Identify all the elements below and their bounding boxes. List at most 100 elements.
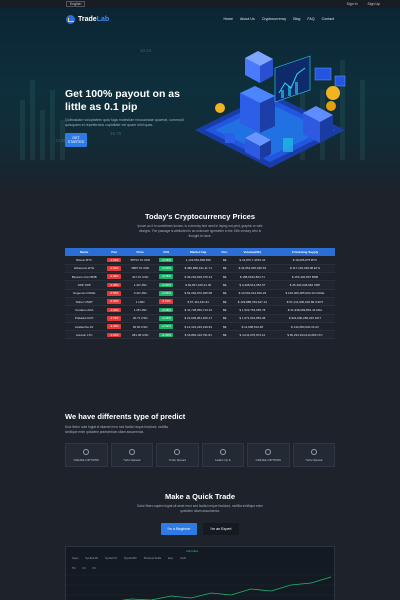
circ-cell: $$ — [219, 280, 230, 290]
chart-tab[interactable]: Symbol AP — [85, 557, 98, 560]
beginner-button[interactable]: I'm a Beginner — [161, 523, 197, 535]
market-cap-cell: $ 39,294,818,470.13 — [177, 272, 220, 282]
price-cell: 60.60 USD — [125, 322, 156, 332]
market-cap-value: $ 21,936,951,815.17 — [184, 316, 213, 321]
table-row[interactable]: Bitcoin BTC -1.63% 58754.79 USD +0.36% 1,143… — [65, 256, 335, 265]
volume-value: $ 34,654,946,646.63 — [238, 266, 267, 271]
volume-value: $ 10,504,612,810.29 — [238, 291, 267, 296]
chart-tab[interactable]: Hold — [180, 557, 185, 560]
brand-logo[interactable]: TradeLab — [66, 14, 109, 24]
market-cap-cell: 1,143,563,838,836 — [177, 256, 220, 265]
supply-cell: $ 117,120,469.08 ETH — [274, 264, 335, 274]
predict-title: We have differents type of predict — [65, 412, 186, 421]
predict-card[interactable]: Ladder Up & — [201, 443, 244, 467]
market-cap-cell: $ 57,114,191.61 — [177, 297, 220, 307]
supply-value: $ 132,080,040.16 AV — [291, 324, 319, 329]
table-row[interactable]: Tether USDT -0.02% 1 USD -0.01% $ 57,114,191… — [65, 297, 335, 307]
market-cap-value: $ 39,294,818,470.13 — [184, 274, 213, 279]
market-cap-value: $ 16,862,116,791.81 — [184, 332, 212, 337]
price-cell: 20.71 USD — [125, 314, 156, 323]
hero-title: Get 100% payout on as little as 0.1 pip — [65, 88, 180, 113]
supply-value: $ 130,400,005,004.16 DOGE — [285, 291, 325, 296]
circ-value: $$ — [222, 332, 227, 337]
language-select[interactable]: English — [66, 1, 86, 7]
supply-value: $ 117,120,469.08 ETH — [289, 266, 320, 271]
change-24h-cell: +0.48% — [155, 305, 177, 315]
coin-name-cell: Tether USDT — [65, 297, 104, 307]
change-24h-cell: +0.48% — [155, 272, 177, 282]
chart-tab[interactable]: Symbol IS — [105, 557, 117, 560]
table-row[interactable]: Cardano ADA -1.02% 1.28 USD +0.48% $ 41,728,… — [65, 305, 335, 315]
market-cap-cell: $ 60,827,109,31.36 — [177, 280, 220, 290]
change-badge: -0.01% — [159, 299, 174, 304]
circ-value: $$ — [222, 291, 227, 296]
volume-value: $ 4,011,676,974.12 — [239, 332, 266, 337]
quick-trade-section: Make a Quick Trade Dolor libero sapien f… — [0, 480, 400, 600]
volume-value: $ 34,870,7,4651.34 — [239, 257, 266, 262]
coin-name-cell: Dogecoin DOGE — [65, 289, 104, 299]
table-row[interactable]: Polkadot DOT -1.79% 20.71 USD +0.26% $ 21,93… — [65, 314, 335, 323]
price-value: 1.40 USD — [133, 283, 147, 288]
chart-axis-label: 5% — [72, 566, 76, 570]
predict-card[interactable]: Turbo Spread — [292, 443, 335, 467]
volume-value: $ 9,408,514,054.57 — [239, 283, 266, 288]
sign-in-link[interactable]: Sign In — [347, 2, 358, 6]
spread-icon — [174, 448, 181, 455]
table-row[interactable]: XRP XRP -0.48% 1.40 USD +2.94% $ 60,827,109,… — [65, 280, 335, 290]
chart-tab[interactable]: Previous Settle — [144, 557, 161, 560]
pair-change-cell: -3.38% — [103, 322, 125, 332]
table-row[interactable]: Avalanche AV -3.38% 60.60 USD +2.64% $ 12,32… — [65, 322, 335, 332]
expert-button[interactable]: I'm an Expert — [203, 523, 239, 535]
chart-tab[interactable]: Open — [72, 557, 78, 560]
trade-title: Make a Quick Trade — [164, 492, 236, 501]
table-row[interactable]: Dogecoin DOGE -0.55% 0.40 USD +0.96% $ 52,39… — [65, 289, 335, 299]
market-cap-cell: $ 12,324,249,199.94 — [177, 322, 220, 332]
volume-cell: $ 188,5193,824.71 — [229, 272, 275, 282]
change-badge: +0.48% — [159, 307, 174, 313]
nav-home[interactable]: Home — [223, 17, 233, 21]
market-cap-value: 1,143,563,838,836 — [185, 257, 211, 262]
get-started-button[interactable]: GET STARTED — [65, 133, 87, 147]
sign-up-link[interactable]: Sign Up — [368, 2, 380, 6]
circ-value: $$ — [222, 324, 227, 329]
market-cap-cell: $ 382,886,191,11.71 — [177, 264, 220, 274]
nav-contact[interactable]: Contact — [322, 17, 334, 21]
market-cap-cell: $ 41,728,959,713.16 — [177, 305, 220, 315]
nav-faq[interactable]: FAQ — [307, 17, 314, 21]
change-badge: -0.02% — [107, 299, 122, 304]
price-cell: 0.40 USD — [125, 289, 156, 299]
volume-cell: $ 1,523,754,665.78 — [229, 305, 275, 315]
circ-value: $$ — [222, 299, 227, 304]
chart-tab[interactable]: Exp. — [168, 557, 173, 560]
change-24h-cell: +2.64% — [155, 322, 177, 332]
predict-card[interactable]: Turbo Spread — [156, 443, 199, 467]
chart-tab[interactable]: Symbol BV — [124, 557, 137, 560]
change-24h-cell: +0.26% — [155, 314, 177, 323]
predict-subtitle: Duis libero aute fugiat et sitamet error… — [65, 425, 168, 434]
table-row[interactable]: Ethereum ETH -0.65% 3865.79 USD +0.09% $ 382… — [65, 264, 335, 274]
volume-cell: $ 34,654,946,646.63 — [229, 264, 275, 274]
price-value: 1 USD — [135, 299, 145, 304]
price-value: 58754.79 USD — [130, 257, 151, 262]
predict-card[interactable]: ON/HIGH OPTIONS — [247, 443, 290, 467]
predict-card[interactable]: ON/HIGH OPTIONS — [65, 443, 108, 467]
price-cell: 3865.79 USD — [125, 264, 156, 274]
supply-value: $ 45,404,028,640 XRP — [289, 283, 321, 288]
circ-value: $$ — [222, 283, 227, 288]
option-icon — [83, 448, 90, 455]
change-24h-cell: +0.09% — [155, 264, 177, 274]
price-cell: 281.48 USD — [125, 330, 156, 340]
col-name: Name — [65, 248, 104, 256]
circ-value: $$ — [222, 316, 227, 321]
table-row[interactable]: Litecoin LTC -2.62% 281.48 USD +1.69% $ 16,8… — [65, 330, 335, 340]
market-cap-cell: $ 16,862,116,791.81 — [177, 330, 220, 340]
nav-blog[interactable]: Blog — [293, 17, 300, 21]
predict-card[interactable]: Turbo Spread — [110, 443, 153, 467]
nav-about[interactable]: About Us — [240, 17, 255, 21]
nav-cryptocurrency[interactable]: Cryptocurrency — [262, 17, 286, 21]
coin-name-value: Cardano ADA — [75, 307, 94, 312]
price-value: 281.48 USD — [132, 332, 149, 337]
table-row[interactable]: Binance Coin BNB -0.96% 447.10 USD +0.48% $ … — [65, 272, 335, 282]
circ-cell: $$ — [219, 322, 230, 332]
coin-name-value: Avalanche AV — [74, 324, 94, 329]
